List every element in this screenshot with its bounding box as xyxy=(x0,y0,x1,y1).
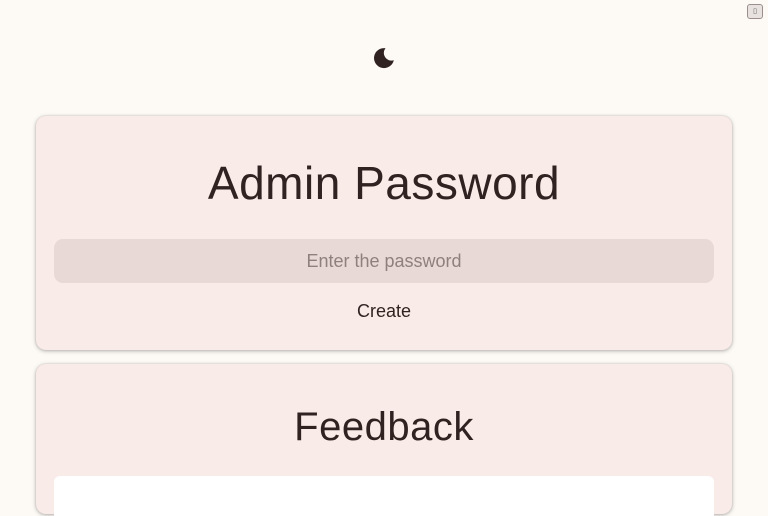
theme-toggle-button[interactable] xyxy=(372,46,396,70)
create-button[interactable]: Create xyxy=(334,298,434,324)
feedback-title: Feedback xyxy=(294,405,474,449)
feedback-card: Feedback xyxy=(36,364,732,516)
corner-button[interactable]: ▯ xyxy=(747,4,763,19)
admin-password-title: Admin Password xyxy=(207,157,561,209)
admin-password-card: Admin Password Create xyxy=(36,116,732,350)
feedback-field[interactable] xyxy=(54,476,714,516)
password-input[interactable] xyxy=(54,239,714,283)
moon-icon xyxy=(374,48,394,69)
